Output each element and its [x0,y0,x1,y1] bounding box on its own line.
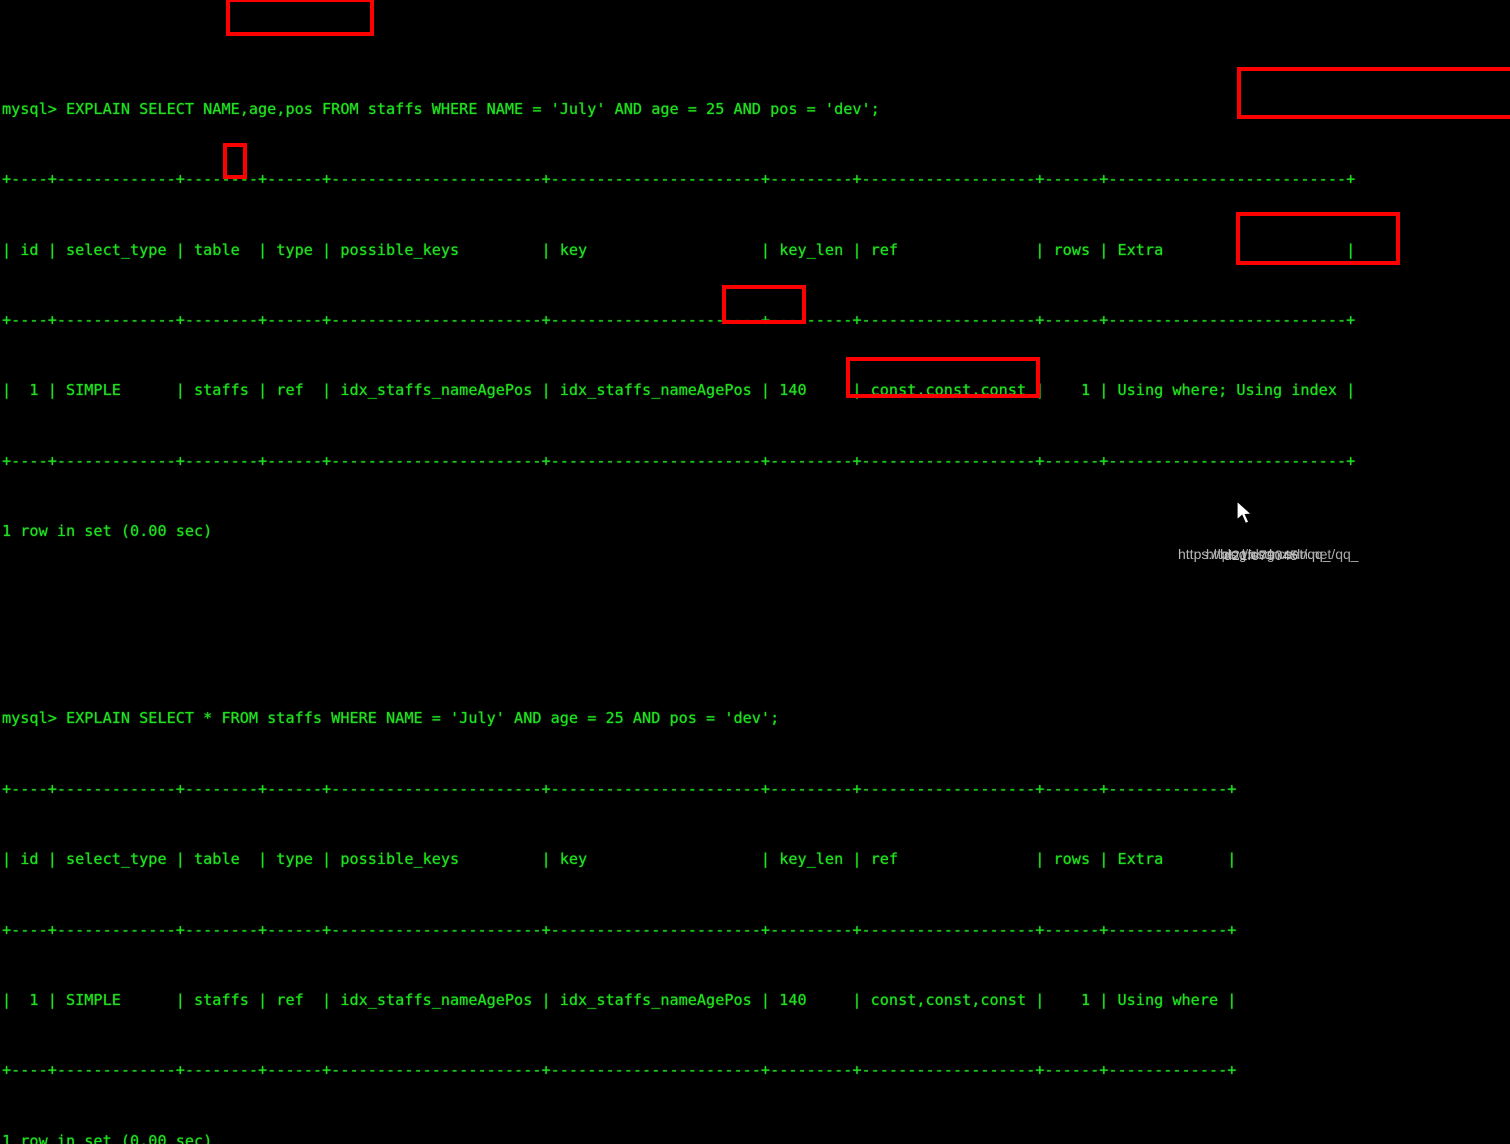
terminal-line-command: mysql> EXPLAIN SELECT NAME,age,pos FROM … [2,99,880,118]
terminal-line-table-header: | id | select_type | table | type | poss… [2,240,1356,259]
terminal-line-separator: +----+-------------+--------+------+----… [2,920,1237,939]
watermark: https://blog.csdn.net/qq_ https://blog.c… [1178,546,1359,563]
terminal-line-separator: +----+-------------+--------+------+----… [2,310,1356,329]
terminal-line-separator: +----+-------------+--------+------+----… [2,451,1356,470]
terminal-line-separator: +----+-------------+--------+------+----… [2,170,1356,189]
terminal-line-table-header: | id | select_type | table | type | poss… [2,850,1237,869]
terminal-line-table-row: | 1 | SIMPLE | staffs | ref | idx_staffs… [2,381,1356,400]
terminal-line-status: 1 row in set (0.00 sec) [2,521,213,540]
terminal-line-separator: +----+-------------+--------+------+----… [2,1061,1237,1080]
terminal-line-command: mysql> EXPLAIN SELECT * FROM staffs WHER… [2,709,780,728]
terminal-line-status: 1 row in set (0.00 sec) [2,1131,213,1144]
terminal-line-separator: +----+-------------+--------+------+----… [2,779,1237,798]
terminal-screen[interactable]: mysql> EXPLAIN SELECT NAME,age,pos FROM … [0,0,1510,1144]
watermark-text-overlay-2: d21fe79045 [1224,547,1298,563]
terminal-line-table-row: | 1 | SIMPLE | staffs | ref | idx_staffs… [2,990,1237,1009]
